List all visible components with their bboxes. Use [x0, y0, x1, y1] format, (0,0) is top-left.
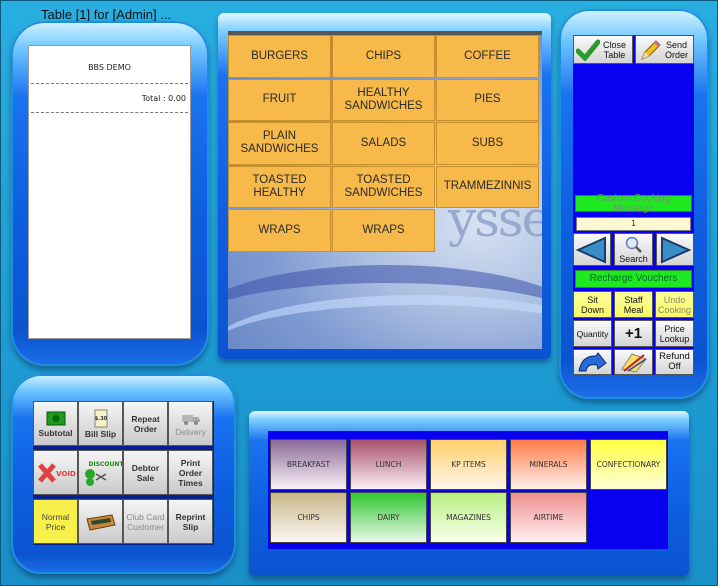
pencil-icon [641, 39, 661, 60]
search-label: Search [619, 253, 648, 264]
department-button[interactable]: CHIPS [270, 492, 347, 543]
menu-category-button[interactable]: SALADS [332, 122, 435, 165]
notepad-pencil-icon [620, 353, 647, 373]
price-lookup-button[interactable]: Price Lookup [655, 320, 694, 347]
menu-category-button[interactable]: PIES [436, 78, 539, 121]
curved-arrow-icon [577, 352, 607, 372]
notes-button[interactable] [614, 349, 653, 375]
previous-button[interactable] [573, 233, 611, 266]
menu-panel: ysse BURGERS CHIPS COFFEE FRUIT HEALTHY SAND… [228, 31, 542, 349]
menu-category-button[interactable]: COFFEE [436, 35, 539, 78]
department-button[interactable]: MAGAZINES [430, 492, 507, 543]
print-order-times-button[interactable]: Print Order Times [168, 450, 213, 495]
bill-slip-label: Bill Slip [84, 428, 117, 439]
staff-meal-button[interactable]: Staff Meal [614, 291, 653, 318]
department-button[interactable]: MINERALS [510, 439, 587, 490]
next-button[interactable] [656, 233, 694, 266]
close-table-button[interactable]: Close Table [573, 35, 633, 64]
function-pad: Subtotal $.30 Bill Slip Repeat Order Del… [33, 401, 214, 545]
checkmark-icon [576, 39, 600, 61]
void-button[interactable]: VOID [33, 450, 78, 495]
menu-category-button[interactable]: PLAIN SANDWICHES [228, 122, 331, 165]
normal-price-button[interactable]: Normal Price [33, 499, 78, 544]
cash-drawer-icon [85, 513, 116, 531]
receipt-total: Total : 0.00 [141, 94, 186, 103]
void-x-icon: VOID [37, 462, 76, 483]
delivery-button[interactable]: Delivery [168, 401, 213, 446]
menu-category-button[interactable]: TOASTED SANDWICHES [332, 165, 435, 208]
window-title: Table [1] for [Admin] ... [41, 7, 172, 22]
menu-category-button[interactable]: TOASTED HEALTHY [228, 165, 331, 208]
menu-category-button[interactable]: CHIPS [332, 35, 435, 78]
search-button[interactable]: Search [614, 233, 653, 266]
svg-text:$.30: $.30 [94, 416, 107, 422]
menu-category-button[interactable]: TRAMMEZINNIS [436, 165, 539, 208]
receipt-panel[interactable]: BBS DEMO Total : 0.00 [28, 45, 191, 339]
delivery-truck-icon [181, 414, 200, 425]
department-button[interactable]: LUNCH [350, 439, 427, 490]
plus-one-button[interactable]: +1 [614, 320, 653, 347]
menu-category-button[interactable]: WRAPS [332, 209, 435, 252]
receipt-icon: $.30 [94, 409, 107, 427]
svg-text:VOID: VOID [56, 470, 76, 478]
delivery-label: Delivery [175, 426, 206, 437]
menu-category-grid: BURGERS CHIPS COFFEE FRUIT HEALTHY SANDWICHE… [228, 35, 539, 252]
menu-category-button[interactable]: HEALTHY SANDWICHES [332, 78, 435, 121]
recharge-vouchers-button[interactable]: Recharge Vouchers [575, 270, 692, 288]
quantity-counter: 1 [576, 217, 691, 231]
arrow-right-icon [661, 235, 692, 264]
magnifier-icon [625, 236, 642, 253]
money-icon [46, 411, 65, 425]
arrow-left-icon [575, 235, 606, 264]
sit-down-button[interactable]: Sit Down [573, 291, 612, 318]
send-order-button[interactable]: Send Order [635, 35, 694, 64]
svg-text:DISCOUNT: DISCOUNT [88, 461, 122, 468]
menu-category-button[interactable]: FRUIT [228, 78, 331, 121]
menu-category-button[interactable]: BURGERS [228, 35, 331, 78]
reprint-slip-button[interactable]: Reprint Slip [168, 499, 213, 544]
undo-cooking-button[interactable]: Undo Cooking [655, 291, 694, 318]
controls-panel: Close Table Send Order Custom Cooking Me… [573, 35, 694, 375]
refund-off-button[interactable]: Refund Off [655, 349, 694, 375]
quantity-button[interactable]: Quantity [573, 320, 612, 347]
menu-category-button[interactable]: WRAPS [228, 209, 331, 252]
department-button[interactable]: KP ITEMS [430, 439, 507, 490]
discount-scissors-icon: DISCOUNT [84, 461, 122, 486]
redo-button[interactable] [573, 349, 612, 375]
repeat-order-button[interactable]: Repeat Order [123, 401, 168, 446]
debtor-sale-button[interactable]: Debtor Sale [123, 450, 168, 495]
receipt-divider [31, 112, 188, 113]
club-card-customer-button[interactable]: Club Card Customer [123, 499, 168, 544]
departments-panel: BREAKFAST LUNCH KP ITEMS MINERALS CONFECTION… [268, 431, 668, 549]
menu-category-button[interactable]: SUBS [436, 122, 539, 165]
close-table-label: Close Table [603, 39, 627, 60]
department-button[interactable]: AIRTIME [510, 492, 587, 543]
subtotal-label: Subtotal [38, 427, 73, 438]
cash-drawer-button[interactable] [78, 499, 123, 544]
custom-cooking-message-button[interactable]: Custom Cooking Message [575, 193, 692, 213]
department-button[interactable]: DAIRY [350, 492, 427, 543]
receipt-shop-name: BBS DEMO [88, 63, 131, 72]
department-button[interactable]: BREAKFAST [270, 439, 347, 490]
department-button[interactable]: CONFECTIONARY [590, 439, 667, 490]
bill-slip-button[interactable]: $.30 Bill Slip [78, 401, 123, 446]
subtotal-button[interactable]: Subtotal [33, 401, 78, 446]
send-order-label: Send Order [665, 39, 689, 60]
discount-button[interactable]: DISCOUNT [78, 450, 123, 495]
